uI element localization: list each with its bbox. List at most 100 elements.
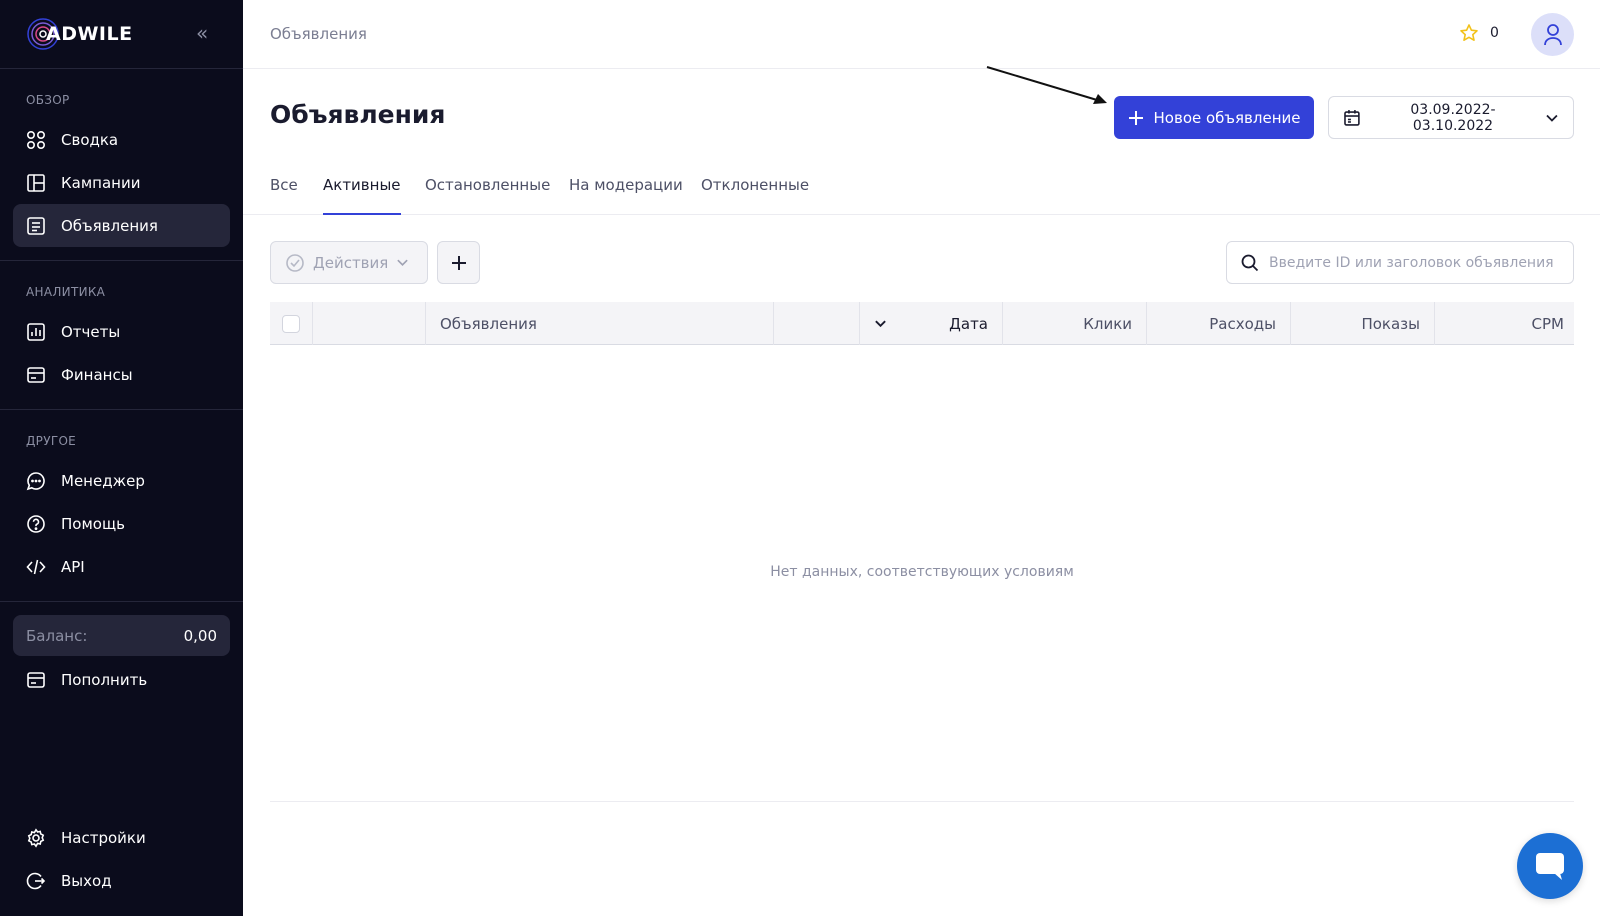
balance-value: 0,00 [183,626,217,645]
column-header-label: Показы [1361,314,1420,333]
sidebar-item-reports[interactable]: Отчеты [13,310,230,353]
sidebar-item-help[interactable]: Помощь [13,502,230,545]
select-all-cell [270,302,313,345]
column-header-label: CPM [1531,314,1564,333]
tab-moderation[interactable]: На модерации [569,176,683,215]
actions-label: Действия [313,253,389,272]
search-input[interactable] [1269,254,1559,271]
empty-state-message: Нет данных, соответствующих условиям [770,564,1074,580]
chat-widget-button[interactable] [1517,833,1583,899]
tab-rejected[interactable]: Отклоненные [701,176,809,215]
sidebar: ADWILE « ОБЗОР Сводка Кампании Объявлени… [0,0,243,916]
table-header: Объявления Дата Клики Расходы Показы CPM [270,302,1574,345]
chevron-down-icon [397,259,409,267]
avatar[interactable] [1531,13,1574,56]
sidebar-footer: Настройки Выход [13,816,230,902]
column-header-spend[interactable]: Расходы [1147,302,1291,345]
sidebar-item-label: API [61,557,85,576]
sidebar-item-topup[interactable]: Пополнить [13,658,230,701]
star-icon [1460,24,1478,42]
search-icon [1241,254,1259,271]
grid-icon [26,130,46,150]
brand-logo[interactable]: ADWILE [26,17,133,51]
sidebar-item-label: Менеджер [61,471,145,490]
sidebar-section-other: ДРУГОЕ Менеджер Помощь API [0,410,243,602]
layout-icon [26,173,46,193]
sidebar-item-ads[interactable]: Объявления [13,204,230,247]
check-circle-icon [286,253,304,272]
table-bottom-divider [270,801,1574,802]
date-range-picker[interactable]: 03.09.2022-03.10.2022 [1328,96,1574,139]
sidebar-item-label: Пополнить [61,670,148,689]
top-header: Объявления 0 [243,0,1600,69]
column-header-label: Объявления [440,314,537,333]
search-box [1226,241,1574,284]
column-header-cpm[interactable]: CPM [1435,302,1574,345]
column-header-label: Дата [949,314,988,333]
page-title: Объявления [270,100,446,129]
sidebar-item-label: Выход [61,871,112,890]
sidebar-item-label: Настройки [61,828,146,847]
annotation-arrow-icon [986,66,1107,104]
sidebar-item-settings[interactable]: Настройки [13,816,230,859]
actions-dropdown[interactable]: Действия [270,241,428,284]
brand-name: ADWILE [46,23,133,45]
sidebar-item-label: Сводка [61,130,119,149]
sidebar-item-summary[interactable]: Сводка [13,118,230,161]
status-tabs: Все Активные Остановленные На модерации … [243,165,1600,215]
gear-icon [26,827,46,848]
code-icon [26,557,46,577]
chevron-down-icon [1546,114,1558,122]
wallet-icon [26,365,46,385]
column-header-label: Клики [1083,314,1132,333]
new-ad-button[interactable]: Новое объявление [1114,96,1314,139]
sidebar-section-title: ДРУГОЕ [26,434,77,448]
table-header-cell [774,302,860,345]
column-header-clicks[interactable]: Клики [1003,302,1147,345]
breadcrumb[interactable]: Объявления [270,25,367,43]
plus-icon [451,255,466,270]
tab-stopped[interactable]: Остановленные [425,176,550,215]
favorites-count: 0 [1490,25,1499,41]
column-header-label: Расходы [1209,314,1276,333]
sidebar-item-label: Отчеты [61,322,121,341]
column-header-ads[interactable]: Объявления [426,302,774,345]
collapse-sidebar-icon[interactable]: « [196,22,218,44]
document-icon [26,216,46,236]
sidebar-section-title: АНАЛИТИКА [26,285,106,299]
plus-icon [1128,110,1143,125]
chart-icon [26,322,46,342]
logout-icon [26,871,46,891]
tab-active[interactable]: Активные [323,176,401,215]
sidebar-item-label: Кампании [61,173,141,192]
sidebar-item-manager[interactable]: Менеджер [13,459,230,502]
select-all-checkbox[interactable] [282,314,300,333]
user-icon [1543,23,1562,45]
balance-panel: Баланс: 0,00 [13,615,230,656]
sidebar-section-title: ОБЗОР [26,93,70,107]
sidebar-item-api[interactable]: API [13,545,230,588]
column-header-impressions[interactable]: Показы [1291,302,1435,345]
new-ad-button-label: Новое объявление [1153,108,1301,127]
add-button[interactable] [437,241,480,284]
sidebar-balance-section: Баланс: 0,00 Пополнить [0,602,243,701]
sidebar-item-label: Объявления [61,216,158,235]
sidebar-section-overview: ОБЗОР Сводка Кампании Объявления [0,69,243,261]
sidebar-section-analytics: АНАЛИТИКА Отчеты Финансы [0,261,243,410]
column-header-date[interactable]: Дата [860,302,1003,345]
sidebar-item-finance[interactable]: Финансы [13,353,230,396]
help-icon [26,514,46,534]
wallet-icon [26,670,46,690]
sidebar-header: ADWILE « [0,0,243,69]
sidebar-item-label: Финансы [61,365,133,384]
sidebar-item-campaigns[interactable]: Кампании [13,161,230,204]
chat-bubble-icon [26,471,46,491]
table-header-cell [313,302,426,345]
chevron-down-icon [875,320,886,328]
tab-all[interactable]: Все [270,176,298,215]
sidebar-item-logout[interactable]: Выход [13,859,230,902]
date-range-value: 03.09.2022-03.10.2022 [1410,101,1496,134]
balance-label: Баланс: [26,626,88,645]
calendar-icon [1344,109,1360,126]
favorites-counter[interactable]: 0 [1459,23,1499,43]
